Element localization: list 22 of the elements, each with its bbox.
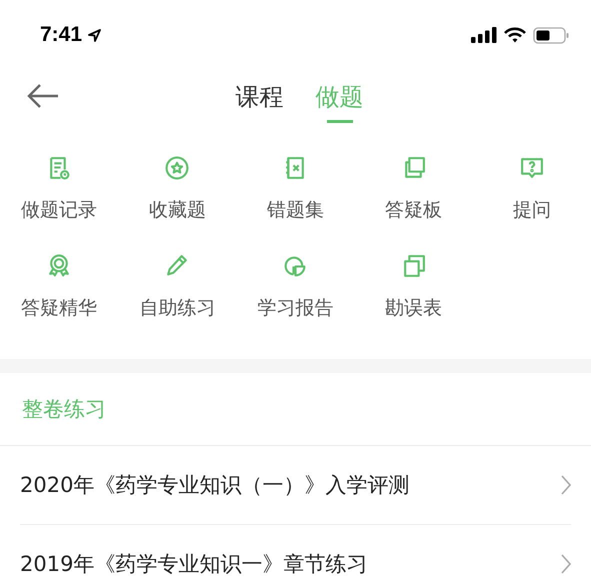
chevron-right-icon [561,475,571,495]
location-arrow-icon [88,28,102,42]
nav-tab[interactable]: 课程 [236,69,284,123]
tool-button[interactable]: 错题集 [236,155,355,223]
tool-button[interactable]: 答疑板 [354,155,473,223]
tool-button[interactable]: 自助练习 [118,253,236,321]
tool-button[interactable]: 勘误表 [354,253,473,321]
chevron-right-icon [561,554,571,574]
exam-list-item[interactable]: 2020年《药学专业知识（一）》入学评测 [20,446,571,524]
question-bubble-icon [518,155,545,181]
tool-button[interactable]: 提问 [472,155,591,223]
tool-button[interactable]: 学习报告 [236,253,355,321]
tool-button[interactable]: 收藏题 [118,155,236,223]
tool-button[interactable]: 做题记录 [0,155,118,223]
battery-icon [533,26,569,44]
signal-icon [471,27,497,43]
tool-button[interactable]: 答疑精华 [0,253,118,321]
status-time: 7:41 [40,23,82,47]
wifi-icon [504,27,526,43]
exam-list-item[interactable]: 2019年《药学专业知识一》章节练习 [20,525,571,582]
section-title: 整卷练习 [22,396,106,423]
star-circle-icon [164,155,190,181]
